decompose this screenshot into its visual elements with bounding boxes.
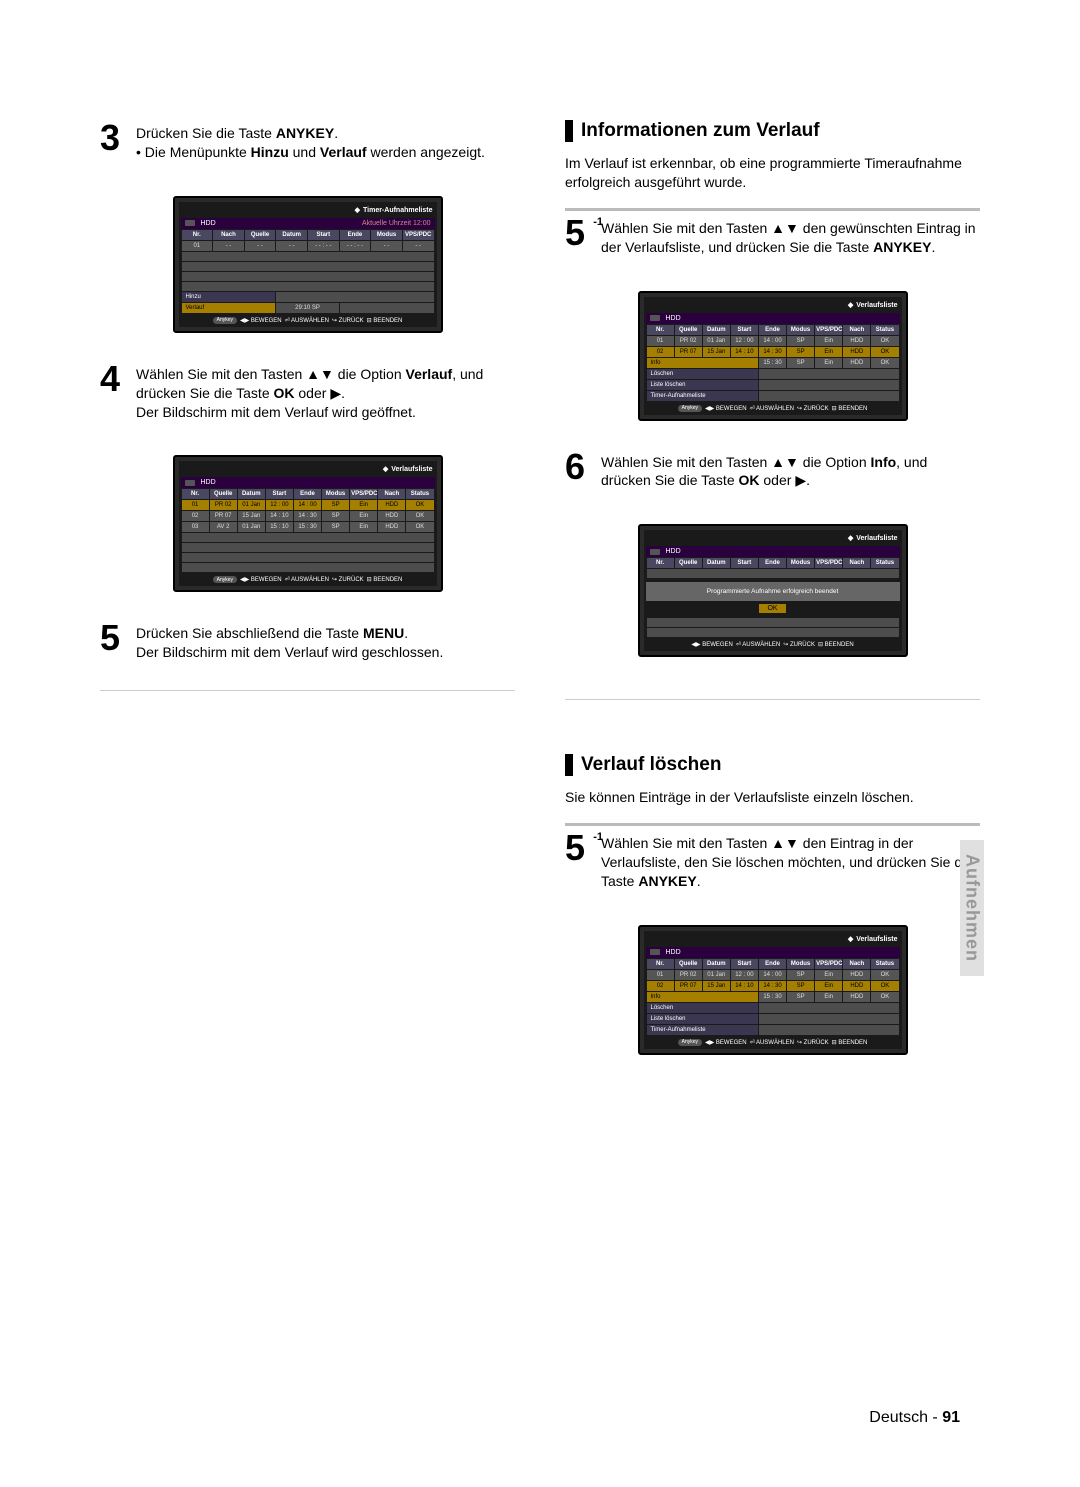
side-tab: Aufnehmen: [960, 840, 984, 976]
osd-history-context-info: Verlaufsliste HDD Nr. Quelle Datum Start…: [638, 291, 908, 421]
step-text: Wählen Sie mit den Tasten ▲▼ die Option …: [136, 361, 515, 422]
screen-title: Timer-Aufnahmeliste: [355, 206, 433, 214]
osd-timer-list: Timer-Aufnahmeliste HDDAktuelle Uhrzeit …: [173, 196, 443, 333]
step-number: 5: [100, 620, 130, 656]
step-text: Wählen Sie mit den Tasten ▲▼ den gewünsc…: [601, 215, 980, 257]
section-header-info: Informationen zum Verlauf: [565, 120, 980, 142]
osd-history-message: Verlaufsliste HDD Nr. Quelle Datum Start…: [638, 524, 908, 657]
step-text: Drücken Sie die Taste ANYKEY. • Die Menü…: [136, 120, 485, 162]
step-number: 4: [100, 361, 130, 397]
step-6: 6 Wählen Sie mit den Tasten ▲▼ die Optio…: [565, 449, 980, 491]
step-text: Drücken Sie abschließend die Taste MENU.…: [136, 620, 443, 662]
ctx-loeschen[interactable]: Löschen: [647, 1003, 758, 1013]
step-5-left: 5 Drücken Sie abschließend die Taste MEN…: [100, 620, 515, 662]
osd-history-context-delete: Verlaufsliste HDD Nr. Quelle Datum Start…: [638, 925, 908, 1055]
menu-verlauf[interactable]: Verlauf: [182, 303, 276, 313]
step-number: 5-1: [565, 215, 595, 251]
ctx-liste-loeschen[interactable]: Liste löschen: [647, 380, 758, 390]
ctx-timer-list[interactable]: Timer-Aufnahmeliste: [647, 391, 758, 401]
ctx-liste-loeschen[interactable]: Liste löschen: [647, 1014, 758, 1024]
ctx-loeschen[interactable]: Löschen: [647, 369, 758, 379]
menu-hinzu[interactable]: Hinzu: [182, 292, 276, 302]
ok-button[interactable]: OK: [759, 604, 785, 613]
step-text: Wählen Sie mit den Tasten ▲▼ die Option …: [601, 449, 980, 491]
anykey-pill: Anykey: [213, 317, 237, 324]
section-header-delete: Verlauf löschen: [565, 754, 980, 776]
hdd-icon: [650, 949, 660, 955]
hdd-icon: [650, 549, 660, 555]
osd-history-list: Verlaufsliste HDD Nr. Quelle Datum Start…: [173, 455, 443, 592]
hdd-icon: [185, 220, 195, 226]
hdd-icon: [185, 480, 195, 486]
step-number: 3: [100, 120, 130, 156]
left-column: 3 Drücken Sie die Taste ANYKEY. • Die Me…: [100, 120, 515, 1083]
step-text: Wählen Sie mit den Tasten ▲▼ den Eintrag…: [601, 830, 980, 891]
right-column: Informationen zum Verlauf Im Verlauf ist…: [565, 120, 980, 1083]
page-footer: Deutsch - 91: [869, 1409, 960, 1427]
ctx-info[interactable]: Info: [647, 992, 758, 1002]
step-4: 4 Wählen Sie mit den Tasten ▲▼ die Optio…: [100, 361, 515, 422]
step-5-1a: 5-1 Wählen Sie mit den Tasten ▲▼ den gew…: [565, 215, 980, 257]
info-message: Programmierte Aufnahme erfolgreich beend…: [646, 582, 900, 601]
hdd-icon: [650, 315, 660, 321]
section-bar-icon: [565, 754, 573, 776]
ctx-timer-list[interactable]: Timer-Aufnahmeliste: [647, 1025, 758, 1035]
ctx-info[interactable]: Info: [647, 358, 758, 368]
step-number: 6: [565, 449, 595, 485]
step-5-1b: 5-1 Wählen Sie mit den Tasten ▲▼ den Ein…: [565, 830, 980, 891]
step-number: 5-1: [565, 830, 595, 866]
step-3: 3 Drücken Sie die Taste ANYKEY. • Die Me…: [100, 120, 515, 162]
section-bar-icon: [565, 120, 573, 142]
